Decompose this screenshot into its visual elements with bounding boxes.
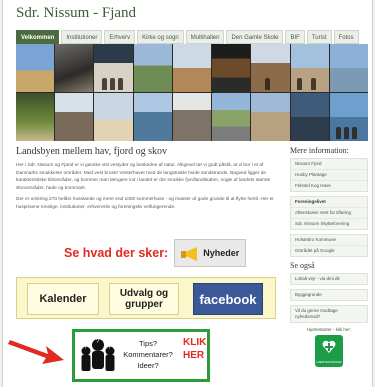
svg-text:?: ? bbox=[84, 345, 87, 351]
sidebar-group: Vil du gerne modtage nyhedsmail? bbox=[290, 305, 368, 323]
banner-photo bbox=[133, 44, 172, 92]
tab-institutioner[interactable]: Institutioner bbox=[61, 30, 103, 44]
banner-photo bbox=[172, 93, 212, 141]
banner-photo bbox=[55, 93, 94, 141]
banner-photo bbox=[16, 93, 55, 141]
banner-photo bbox=[55, 44, 94, 92]
cross-shape bbox=[325, 343, 333, 351]
calendar-button[interactable]: Kalender bbox=[27, 283, 99, 315]
click-here-label: KLIK HER bbox=[183, 336, 206, 362]
photo-banner bbox=[16, 44, 368, 141]
banner-photo bbox=[16, 44, 55, 92]
tab-erhverv[interactable]: Erhverv bbox=[104, 30, 136, 44]
tips-banner[interactable]: ? ? ? Tips? Kommentarer? Ideer? KLIK HER bbox=[72, 329, 210, 382]
klik-text: KLIK bbox=[183, 337, 207, 348]
main-content: Landsbyen mellem hav, fjord og skov Her … bbox=[16, 146, 278, 216]
sidebar-link[interactable]: Lokalt vejr - via dmi.dk bbox=[291, 274, 367, 284]
banner-photo bbox=[212, 44, 251, 92]
sidebar-link[interactable]: Området på Google bbox=[291, 246, 367, 256]
people-with-questions-icon: ? ? ? bbox=[79, 335, 117, 377]
sidebar-link[interactable]: Aftenskolen Vest for tilføring bbox=[291, 208, 367, 219]
main-nav: Velkommen Institutioner Erhverv Kirke og… bbox=[16, 30, 359, 44]
sidebar-group: Holstebro Kommune Området på Google bbox=[290, 234, 368, 257]
facebook-button[interactable]: facebook bbox=[193, 283, 263, 315]
sidebar-group: Byggegrunde bbox=[290, 289, 368, 301]
tips-line: Ideer? bbox=[137, 361, 159, 370]
news-button[interactable]: Nyheder bbox=[174, 239, 247, 267]
groups-button[interactable]: Udvalg og grupper bbox=[109, 283, 179, 315]
banner-photo bbox=[329, 93, 368, 141]
banner-photo bbox=[251, 93, 290, 141]
tab-kirke-og-sogn[interactable]: Kirke og sogn bbox=[137, 30, 184, 44]
sidebar-group: Nissum Fjord Husby Plantage Felsted Kog … bbox=[290, 158, 368, 192]
heartstarter-label: Hjertestarter - klik her: bbox=[306, 327, 352, 332]
her-text: HER bbox=[183, 350, 205, 361]
banner-photo bbox=[172, 44, 212, 92]
banner-photo bbox=[212, 93, 251, 141]
more-info-heading: Mere information: bbox=[290, 146, 349, 155]
tab-den-gamle-skole[interactable]: Den Gamle Skole bbox=[226, 30, 284, 44]
sidebar-group: Foreningslivet Aftenskolen Vest for tilf… bbox=[290, 196, 368, 230]
tips-line: Tips? bbox=[138, 339, 158, 348]
banner-photo bbox=[94, 44, 133, 92]
page: Sdr. Nissum - Fjand Velkommen Institutio… bbox=[0, 0, 375, 387]
quick-links-box: Kalender Udvalg og grupper facebook bbox=[16, 277, 276, 319]
banner-photo bbox=[329, 44, 368, 92]
sidebar-link[interactable]: Felsted Kog Have bbox=[291, 181, 367, 191]
sidebar-link[interactable]: Sdr. Nissum Skytteforening bbox=[291, 219, 367, 229]
aed-heart-icon[interactable]: HJERTESTARTER bbox=[315, 335, 343, 367]
news-button-label: Nyheder bbox=[203, 248, 240, 258]
banner-photo bbox=[290, 93, 329, 141]
news-row: Se hvad der sker: Nyheder bbox=[64, 239, 247, 267]
tab-bif[interactable]: BIF bbox=[285, 30, 305, 44]
banner-photo bbox=[251, 44, 290, 92]
megaphone-handle bbox=[181, 251, 187, 258]
banner-photo bbox=[133, 93, 172, 141]
intro-paragraph: Der er omkring 270 helårs husstande og m… bbox=[16, 197, 274, 210]
tab-velkommen[interactable]: Velkommen bbox=[16, 30, 60, 44]
tips-line: Kommentarer? bbox=[123, 350, 173, 359]
sidebar-link[interactable]: Byggegrunde bbox=[291, 290, 367, 300]
tab-multihallen[interactable]: Multihallen bbox=[185, 30, 225, 44]
sidebar: Mere information: Nissum Fjord Husby Pla… bbox=[290, 146, 368, 367]
see-what-happens-label: Se hvad der sker: bbox=[64, 246, 169, 260]
sidebar-link[interactable]: Husby Plantage bbox=[291, 170, 367, 181]
sidebar-group: Lokalt vejr - via dmi.dk bbox=[290, 273, 368, 285]
red-arrow-icon bbox=[8, 340, 64, 364]
site-title: Sdr. Nissum - Fjand bbox=[16, 5, 137, 21]
see-also-heading: Se også bbox=[290, 261, 315, 270]
page-heading: Landsbyen mellem hav, fjord og skov bbox=[16, 146, 167, 157]
aed-label: HJERTESTARTER bbox=[316, 360, 342, 364]
sidebar-group-title: Foreningslivet bbox=[291, 197, 367, 208]
tab-turist[interactable]: Turist bbox=[306, 30, 332, 44]
tab-fotos[interactable]: Fotos bbox=[333, 30, 359, 44]
sidebar-link[interactable]: Vil du gerne modtage nyhedsmail? bbox=[291, 306, 367, 322]
tips-text: Tips? Kommentarer? Ideer? bbox=[123, 338, 173, 371]
banner-photo bbox=[94, 93, 133, 141]
intro-paragraph: Her i Sdr. Nissum og Fjand er vi ganske … bbox=[16, 163, 271, 191]
svg-text:?: ? bbox=[108, 345, 111, 351]
sidebar-link[interactable]: Nissum Fjord bbox=[291, 159, 367, 170]
banner-photo bbox=[290, 44, 329, 92]
sidebar-link[interactable]: Holstebro Kommune bbox=[291, 235, 367, 246]
